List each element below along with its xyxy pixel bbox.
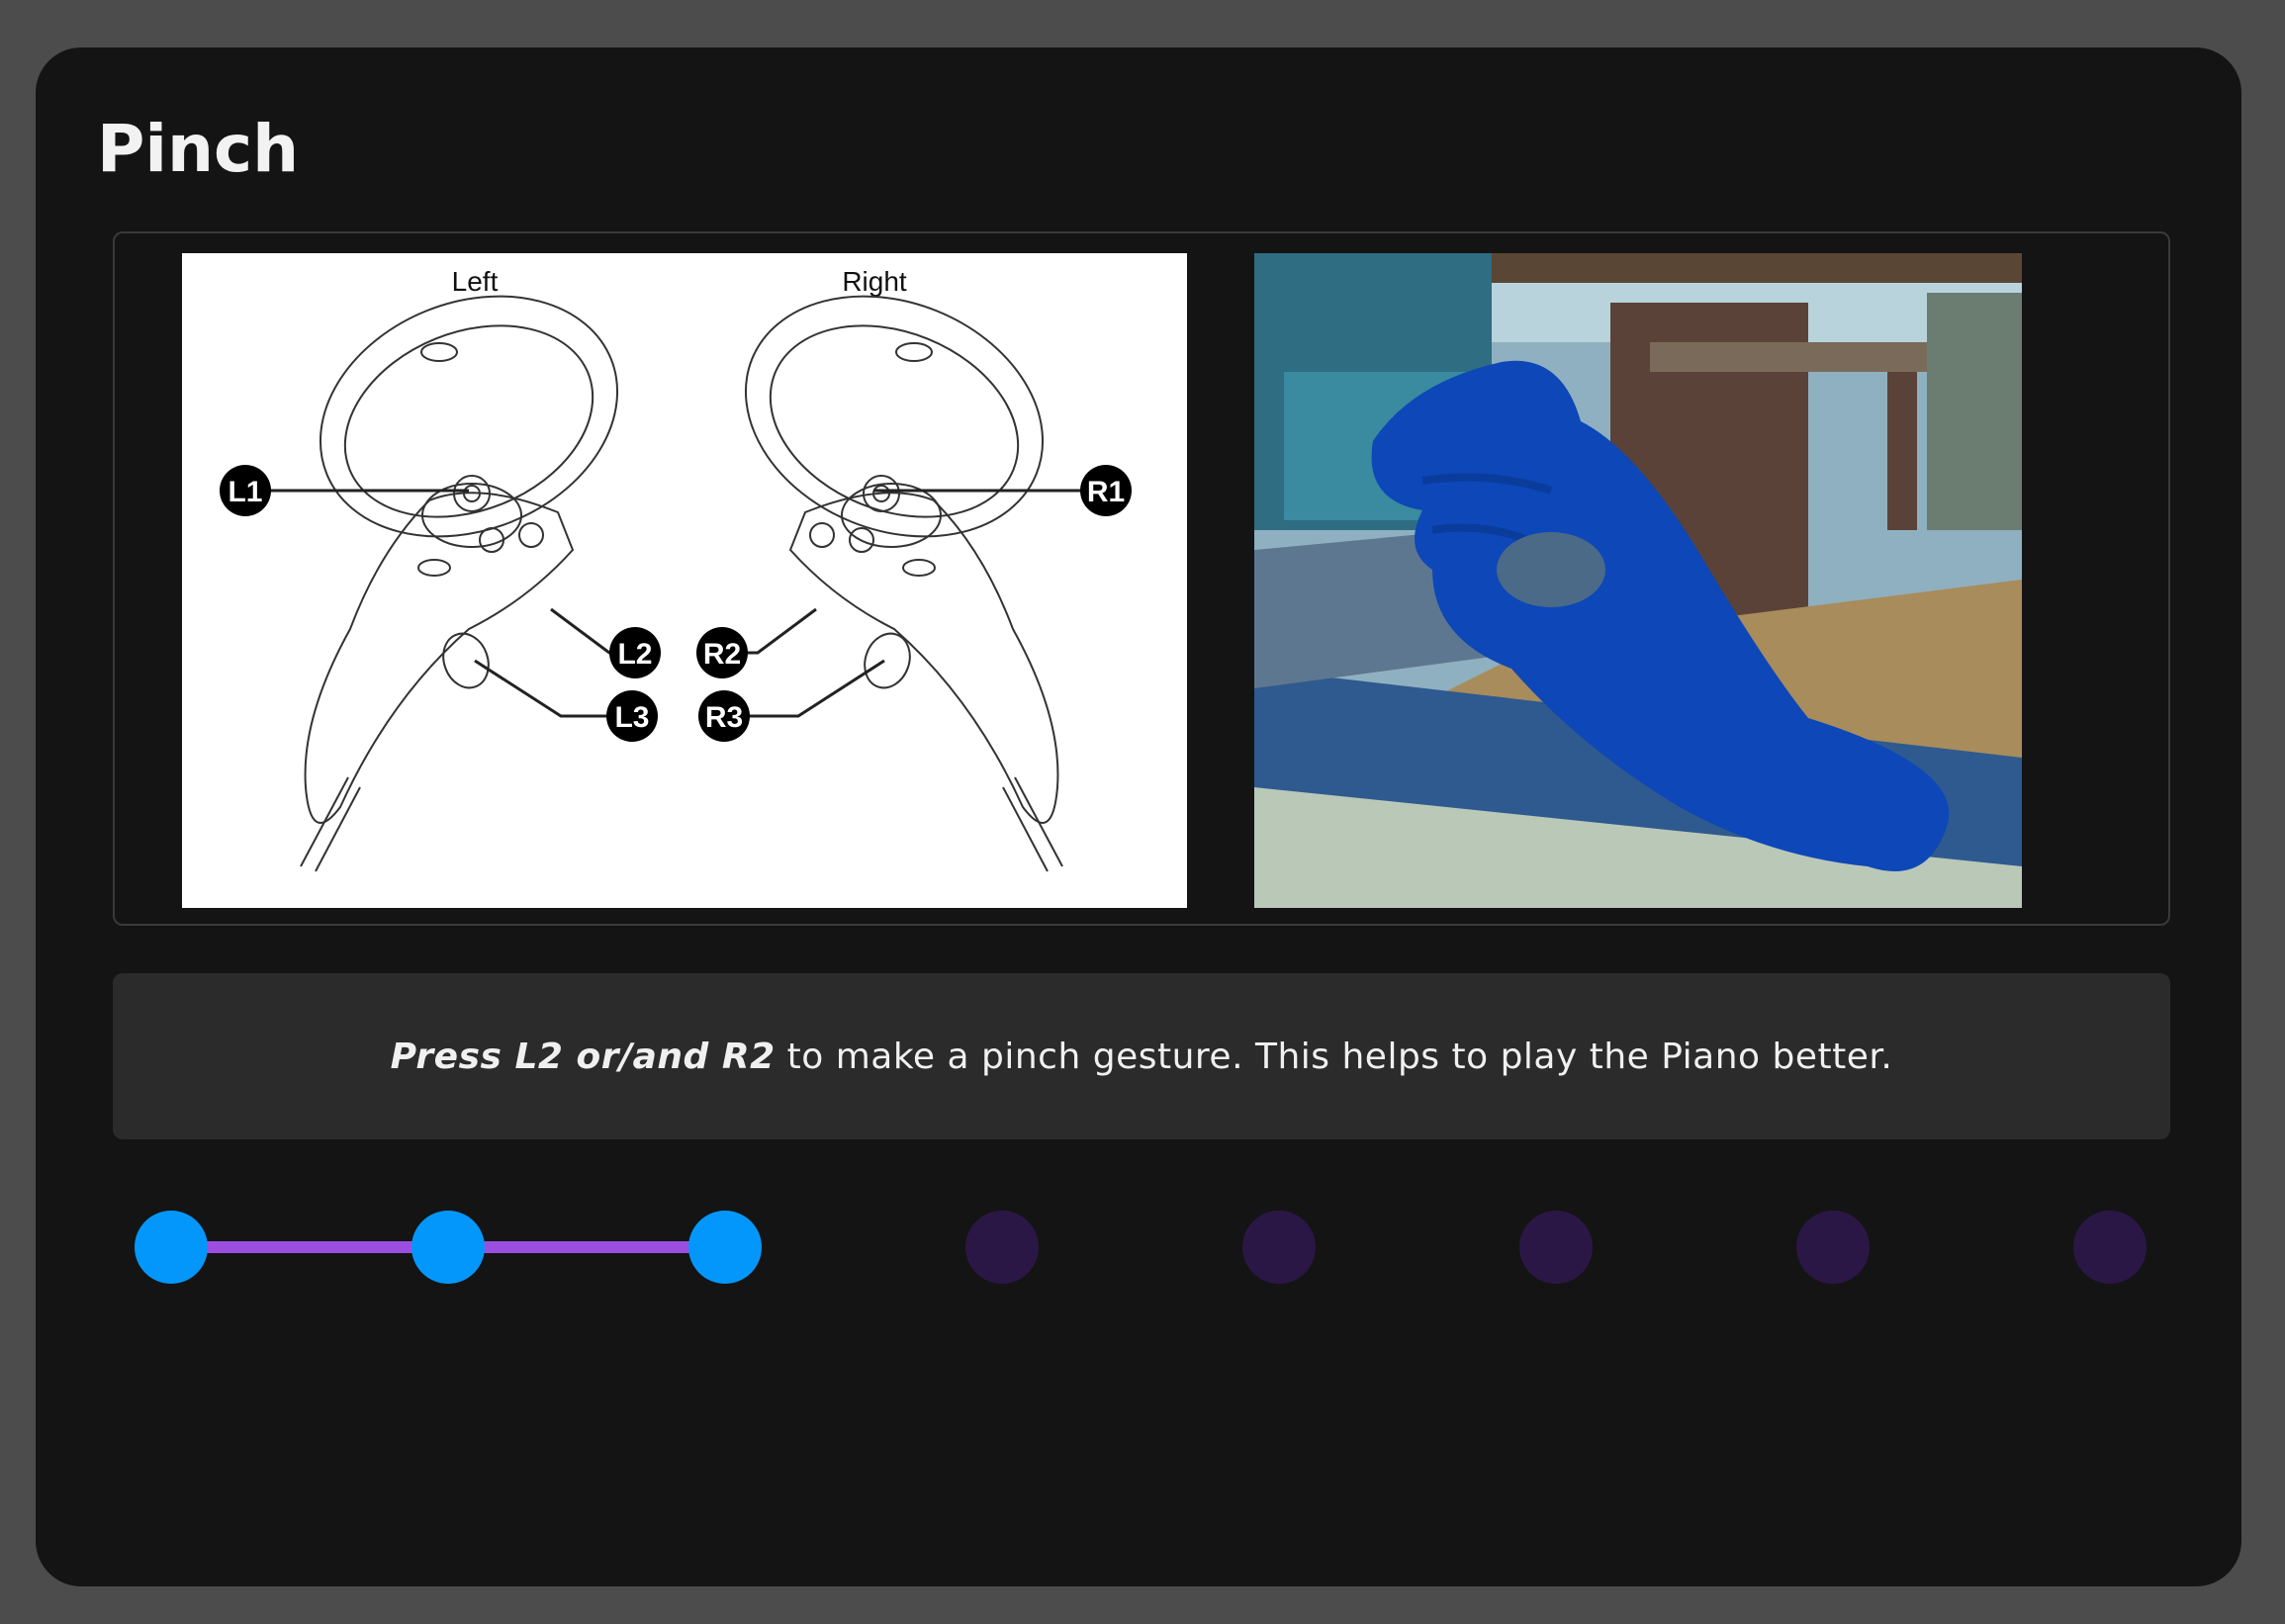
step-dot-7[interactable]	[1796, 1211, 1870, 1284]
step-dot-5[interactable]	[1242, 1211, 1316, 1284]
step-progress	[135, 1207, 2176, 1286]
svg-text:L3: L3	[614, 701, 649, 734]
step-dot-1[interactable]	[135, 1211, 208, 1284]
pinch-hand-scene-icon	[1254, 253, 2022, 908]
media-frame: Left Right L1 L2 L3 R1 R2 R3	[113, 231, 2170, 926]
callout-leader-lines	[243, 489, 1112, 718]
instruction-text: to make a pinch gesture. This helps to p…	[786, 1036, 1893, 1077]
page-title: Pinch	[97, 111, 300, 187]
left-controller-icon	[300, 295, 619, 872]
right-controller-label: Right	[842, 266, 907, 297]
svg-text:R1: R1	[1087, 476, 1125, 508]
callout-l3: L3	[606, 690, 658, 742]
svg-text:R2: R2	[703, 638, 741, 671]
svg-text:L1: L1	[228, 476, 262, 508]
step-dot-2[interactable]	[411, 1211, 485, 1284]
callout-r2: R2	[696, 627, 748, 678]
controller-diagram-illustration: Left Right L1 L2 L3 R1 R2 R3	[220, 266, 1132, 872]
callout-l2: L2	[609, 627, 661, 678]
step-dot-4[interactable]	[965, 1211, 1039, 1284]
callout-l1: L1	[220, 465, 271, 516]
svg-text:R3: R3	[705, 701, 743, 734]
right-controller-icon	[744, 295, 1063, 872]
tutorial-panel: Pinch Left Right L1 L2 L3 R1 R2 R3 Press…	[36, 47, 2241, 1586]
step-dot-6[interactable]	[1519, 1211, 1593, 1284]
step-dot-3[interactable]	[688, 1211, 762, 1284]
pinch-scene-image	[1254, 253, 2022, 908]
instruction-emphasis: Press L2 or/and R2	[390, 1036, 776, 1077]
step-dot-8[interactable]	[2073, 1211, 2147, 1284]
left-controller-label: Left	[452, 266, 499, 297]
svg-text:L2: L2	[617, 638, 652, 671]
callout-r1: R1	[1080, 465, 1132, 516]
callout-r3: R3	[698, 690, 750, 742]
instruction-box: Press L2 or/and R2 to make a pinch gestu…	[113, 973, 2170, 1139]
controller-diagram: Left Right L1 L2 L3 R1 R2 R3	[182, 253, 1187, 908]
